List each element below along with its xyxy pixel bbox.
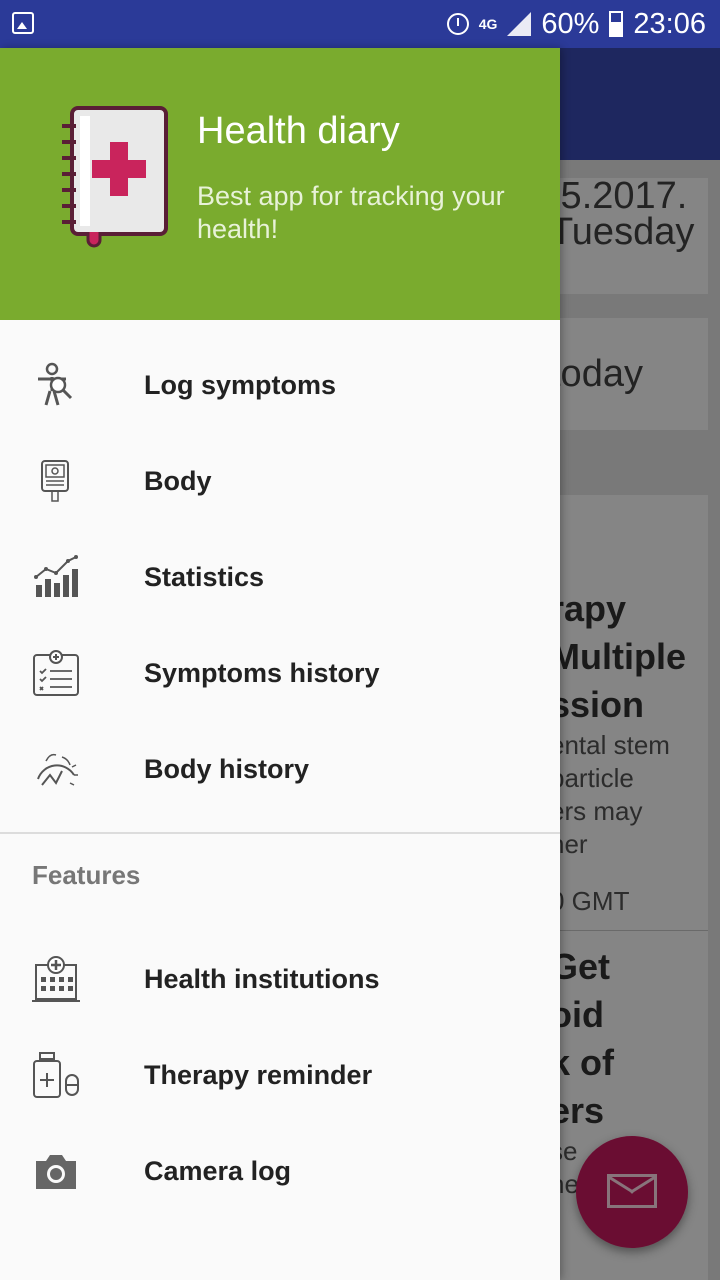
battery-percent: 60% xyxy=(541,7,600,40)
menu-item-label: Camera log xyxy=(144,1156,292,1186)
features-section-title: Features xyxy=(32,860,141,890)
app-title: Health diary xyxy=(197,110,400,152)
status-bar: 4G 60% 23:06 xyxy=(0,0,720,48)
drawer-header: Health diary Best app for tracking your … xyxy=(0,48,560,320)
menu-item-camera-log[interactable]: Camera log xyxy=(0,1123,560,1219)
menu-item-statistics[interactable]: Statistics xyxy=(0,529,560,625)
menu-item-symptoms-history[interactable]: Symptoms history xyxy=(0,625,560,721)
clipboard-icon xyxy=(33,650,79,696)
glucometer-icon xyxy=(41,460,69,502)
menu-item-label: Symptoms history xyxy=(144,658,380,688)
camera-icon xyxy=(36,1155,76,1189)
menu-item-therapy-reminder[interactable]: Therapy reminder xyxy=(0,1027,560,1123)
medicine-icon xyxy=(33,1052,79,1098)
signal-icon xyxy=(507,12,532,36)
menu-item-health-institutions[interactable]: Health institutions xyxy=(0,931,560,1027)
menu-item-body-history[interactable]: Body history xyxy=(0,721,560,817)
menu-item-label: Therapy reminder xyxy=(144,1060,373,1090)
menu-item-label: Body history xyxy=(144,754,310,784)
menu-item-label: Statistics xyxy=(144,562,265,592)
app-logo-icon xyxy=(62,106,168,248)
navigation-drawer: Health diary Best app for tracking your … xyxy=(0,48,560,1280)
body-scan-icon xyxy=(37,753,78,786)
hospital-icon xyxy=(32,956,80,1002)
menu-item-label: Health institutions xyxy=(144,964,380,994)
battery-icon xyxy=(609,11,624,37)
menu-divider xyxy=(0,832,560,834)
menu-item-label: Body xyxy=(144,466,212,496)
menu-item-label: Log symptoms xyxy=(144,370,337,400)
menu-item-body[interactable]: Body xyxy=(0,433,560,529)
bar-chart-icon xyxy=(34,555,78,597)
status-icons: 4G 60% 23:06 xyxy=(446,6,706,42)
symptom-search-icon xyxy=(38,362,73,406)
menu-item-log-symptoms[interactable]: Log symptoms xyxy=(0,337,560,433)
gallery-notification-icon xyxy=(12,12,34,34)
network-type: 4G xyxy=(478,16,498,32)
app-subtitle: Best app for tracking your health! xyxy=(197,181,505,244)
fab-scrim xyxy=(576,1136,688,1248)
alarm-icon xyxy=(446,13,469,35)
clock: 23:06 xyxy=(633,7,706,40)
